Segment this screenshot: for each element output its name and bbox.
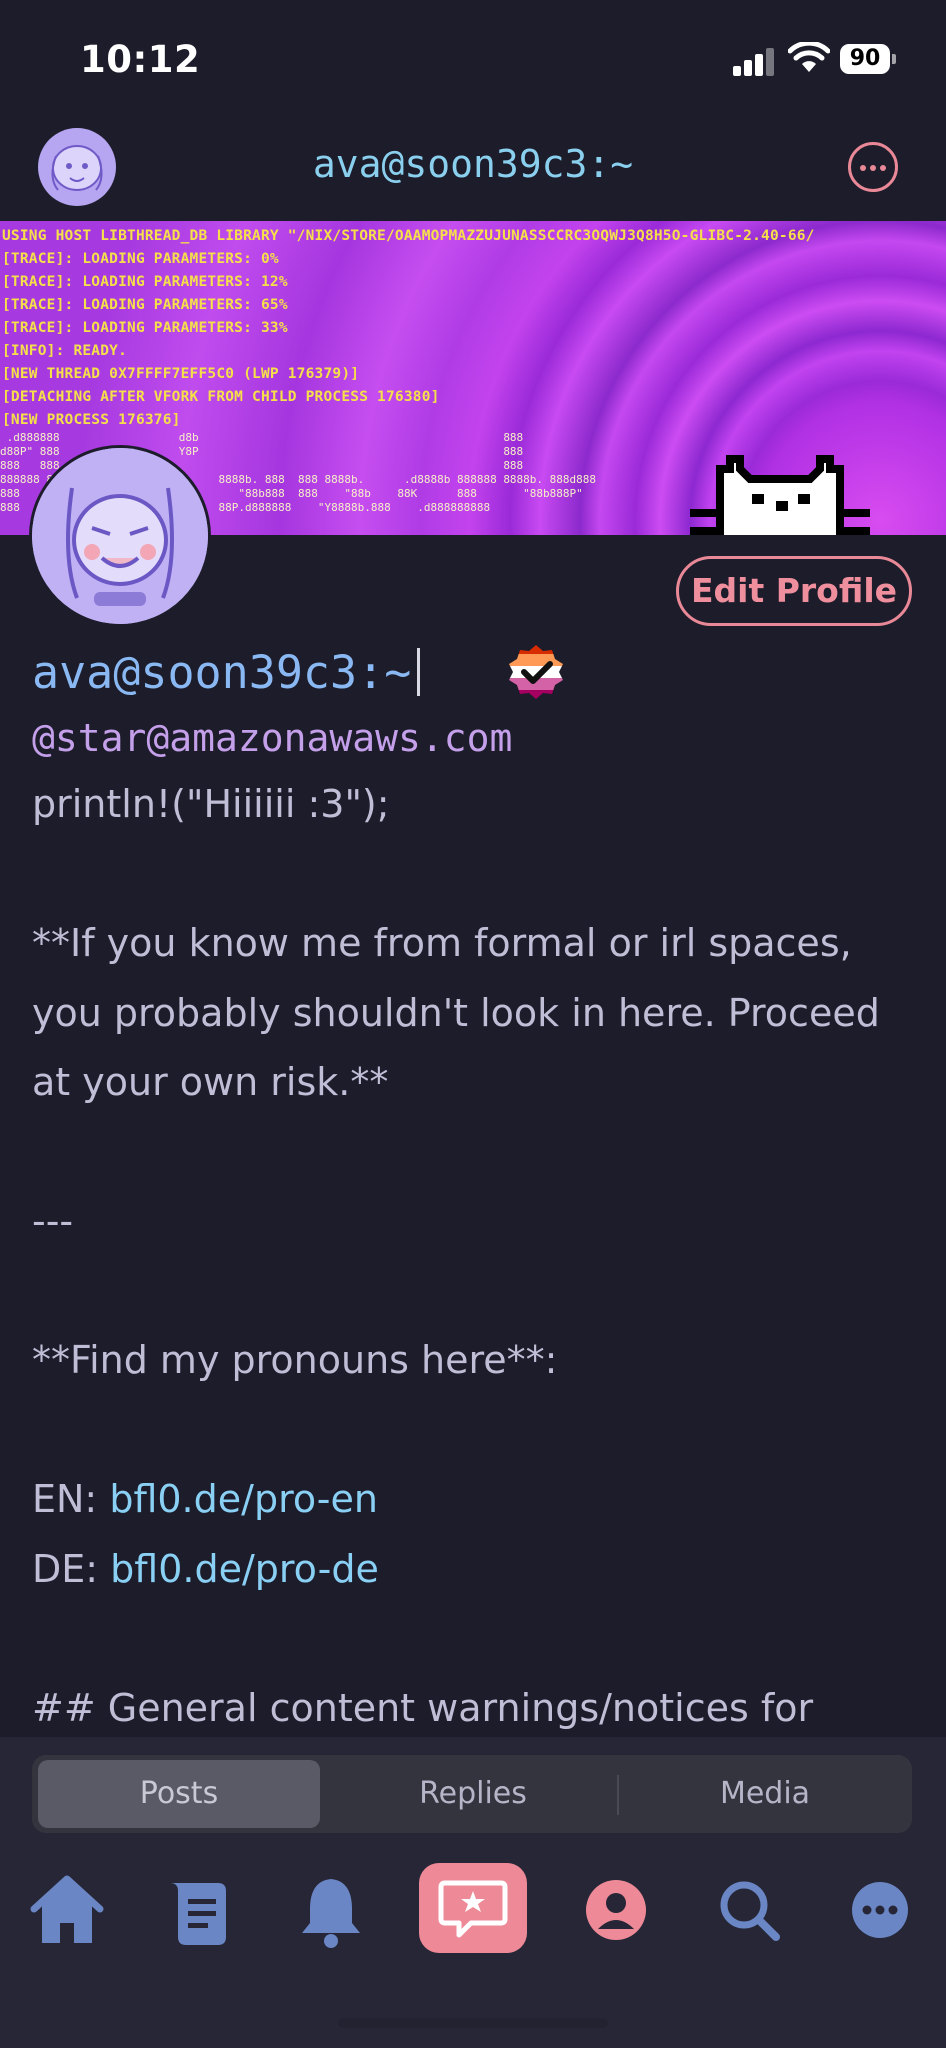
- profile-icon[interactable]: [571, 1865, 661, 1955]
- profile-avatar[interactable]: [32, 448, 208, 624]
- profile-tabs: Posts Replies Media: [32, 1755, 912, 1833]
- edit-profile-button[interactable]: Edit Profile: [676, 556, 912, 626]
- display-name: ava@soon39c3:~: [32, 646, 421, 699]
- battery-icon: 90: [840, 44, 896, 74]
- bio-paragraph: **If you know me from formal or irl spac…: [32, 921, 892, 1104]
- compose-icon[interactable]: [419, 1863, 527, 1953]
- pronouns-de: DE: bfl0.de/pro-de: [32, 1546, 379, 1591]
- more-icon[interactable]: [835, 1865, 925, 1955]
- bio-line: println!("Hiiiiii :3");: [32, 782, 390, 826]
- tab-replies[interactable]: Replies: [332, 1760, 614, 1828]
- banner-log-text: USING HOST LIBTHREAD_DB LIBRARY "/NIX/ST…: [2, 228, 815, 428]
- bio-pronouns: **Find my pronouns here**:: [32, 1338, 558, 1382]
- bio-rule: ---: [32, 1199, 74, 1243]
- bell-icon[interactable]: [286, 1865, 376, 1955]
- pronouns-de-link[interactable]: bfl0.de/pro-de: [110, 1547, 379, 1591]
- bottom-panel: Posts Replies Media: [0, 1737, 946, 2048]
- pronouns-en-link[interactable]: bfl0.de/pro-en: [109, 1477, 378, 1521]
- battery-level: 90: [840, 44, 890, 74]
- signal-icon: [733, 46, 777, 76]
- profile-handle: @star@amazonawaws.com: [32, 716, 513, 760]
- verified-badge-icon: [509, 645, 563, 699]
- bio-heading: ## General content warnings/notices for: [32, 1685, 814, 1730]
- nav-header: ava@soon39c3:~: [0, 120, 946, 220]
- cat-icon: [690, 455, 870, 535]
- status-bar: 10:12 90: [0, 0, 946, 120]
- home-indicator: [338, 2018, 608, 2028]
- bottom-tab-bar: [0, 1859, 946, 1959]
- nav-title: ava@soon39c3:~: [312, 142, 634, 186]
- tab-posts[interactable]: Posts: [38, 1760, 320, 1828]
- profile-bio: println!("Hiiiiii :3"); **If you know me …: [32, 770, 922, 1743]
- clock: 10:12: [80, 38, 201, 81]
- wifi-icon: [787, 40, 831, 74]
- more-options-button[interactable]: [848, 142, 898, 192]
- home-icon[interactable]: [22, 1865, 112, 1955]
- search-icon[interactable]: [704, 1865, 794, 1955]
- feeds-icon[interactable]: [152, 1865, 242, 1955]
- pronouns-en: EN: bfl0.de/pro-en: [32, 1477, 378, 1521]
- tab-media[interactable]: Media: [624, 1760, 906, 1828]
